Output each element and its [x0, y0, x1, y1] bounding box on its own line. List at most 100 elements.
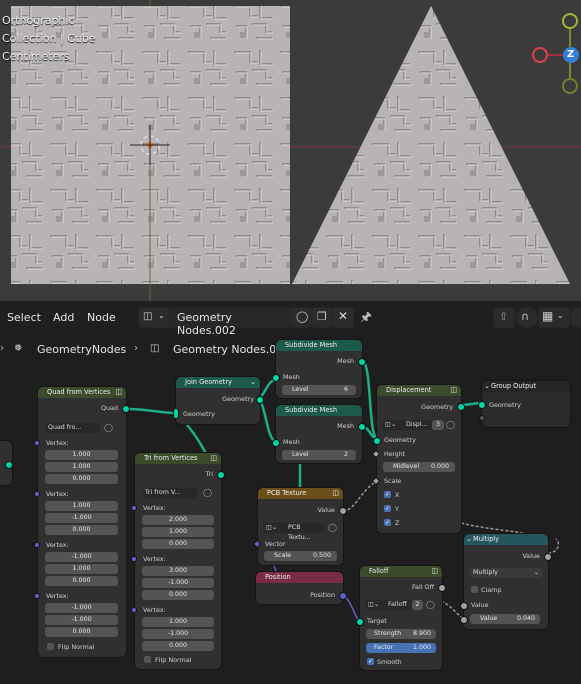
vertex-1-z[interactable]: 0.000 [45, 474, 118, 484]
node-falloff[interactable]: Falloff ◫ Fall Off ◫⌄ Falloff 2 ◯ Target … [356, 566, 446, 670]
fake-user-shield-icon[interactable]: ◯ [328, 523, 337, 532]
fake-user-shield-icon[interactable]: ◯ [426, 600, 435, 609]
snapping-magnet-icon[interactable]: ∩ [516, 307, 538, 328]
node-group-selector[interactable]: Tri from V... [142, 488, 197, 498]
output-socket[interactable] [339, 507, 347, 515]
node-subdivide-mesh-2[interactable]: Subdivide Mesh Mesh Mesh Level 2 [272, 405, 366, 463]
input-socket[interactable] [131, 607, 137, 613]
overlay-toggle-icon[interactable] [570, 307, 581, 328]
smooth-checkbox[interactable]: ✓ [367, 658, 374, 665]
vertex-4-z[interactable]: 0.000 [45, 627, 118, 637]
input-socket[interactable] [131, 556, 137, 562]
node-group-selector[interactable]: Falloff [385, 600, 412, 610]
node-group-output[interactable]: Group Output ⌄ Geometry [478, 381, 570, 427]
node-subdivide-mesh-1[interactable]: Subdivide Mesh Mesh Mesh Level 6 [272, 340, 366, 398]
vertex-2-y[interactable]: -1.000 [45, 513, 118, 523]
operation-dropdown[interactable]: Multiply ⌄ [470, 568, 543, 578]
vertex-2-x[interactable]: 1.000 [45, 501, 118, 511]
menu-select[interactable]: Select [7, 311, 41, 324]
input-socket[interactable] [460, 616, 468, 624]
z-checkbox[interactable]: ✓ [384, 519, 391, 526]
node-group-selector[interactable]: Quad fro... [45, 423, 100, 433]
empty-socket[interactable] [479, 415, 485, 421]
fake-user-shield-icon[interactable]: ◯ [290, 307, 312, 328]
output-socket[interactable] [256, 396, 264, 404]
node-editor[interactable]: Select Add Node ◫ ⌄ Geometry Nodes.002 ◯… [0, 301, 581, 684]
vertex-3-x[interactable]: 1.000 [142, 617, 214, 627]
vertex-3-z[interactable]: 0.000 [45, 576, 118, 586]
y-checkbox[interactable]: ✓ [384, 505, 391, 512]
factor-field[interactable]: Factor 1.000 [366, 643, 436, 653]
node-position[interactable]: Position Position [256, 572, 347, 604]
input-socket[interactable] [373, 437, 381, 445]
fake-user-shield-icon[interactable]: ◯ [203, 488, 212, 497]
vertex-1-x[interactable]: 1.000 [45, 450, 118, 460]
input-socket[interactable] [460, 602, 468, 610]
vertex-2-z[interactable]: 0.000 [45, 525, 118, 535]
input-socket[interactable] [131, 505, 137, 511]
value-field[interactable]: Value 0.040 [470, 614, 540, 624]
input-socket-multi[interactable] [173, 408, 179, 419]
input-socket[interactable] [478, 401, 486, 409]
output-socket[interactable] [358, 358, 366, 366]
parent-node-tree-icon[interactable]: ⇧ [493, 307, 515, 328]
node-group-selector[interactable]: Displ... [403, 420, 433, 430]
node-pcb-texture[interactable]: PCB Texture ◫ Value ◫⌄ PCB Textu... ◯ Vec… [252, 488, 347, 565]
scale-field[interactable]: Scale 0.500 [264, 551, 337, 561]
node-multiply[interactable]: Multiply ⌄ Value Multiply ⌄ Clamp Value Va… [460, 534, 552, 629]
menu-node[interactable]: Node [87, 311, 116, 324]
clamp-checkbox[interactable] [471, 586, 478, 593]
vertex-3-y[interactable]: 1.000 [45, 564, 118, 574]
node-quad-from-vertices[interactable]: Quad from Vertices ◫ Quad Quad fro... ◯ V… [34, 387, 130, 657]
output-socket[interactable] [339, 592, 347, 600]
output-socket[interactable] [457, 403, 465, 411]
snap-grid-icon[interactable]: ▦ ⌄ [538, 307, 570, 328]
input-socket[interactable] [272, 374, 280, 382]
node-displacement[interactable]: Displacement ◫ Geometry ◫⌄ Displ... 3 ◯ G… [371, 385, 465, 533]
vertex-3-y[interactable]: -1.000 [142, 629, 214, 639]
node-join-geometry[interactable]: Join Geometry ⌄ Geometry Geometry [173, 377, 264, 424]
vertex-3-z[interactable]: 0.000 [142, 641, 214, 651]
vertex-2-y[interactable]: -1.000 [142, 578, 214, 588]
output-socket[interactable] [122, 405, 130, 413]
output-socket[interactable] [217, 471, 225, 479]
vertex-1-y[interactable]: 1.000 [142, 527, 214, 537]
midlevel-field[interactable]: Midlevel 0.000 [383, 462, 455, 472]
menu-add[interactable]: Add [53, 311, 74, 324]
offscreen-node[interactable] [0, 441, 13, 485]
input-socket[interactable] [34, 440, 40, 446]
x-checkbox[interactable]: ✓ [384, 491, 391, 498]
vertex-3-x[interactable]: -1.000 [45, 552, 118, 562]
gizmo-z-label[interactable]: Z [567, 49, 574, 60]
fake-user-shield-icon[interactable]: ◯ [104, 423, 113, 432]
node-tri-from-vertices[interactable]: Tri from Vertices ◫ Tri Tri from V... ◯ V… [131, 453, 225, 669]
input-socket[interactable] [272, 439, 280, 447]
users-count[interactable]: 2 [412, 600, 423, 610]
3d-viewport[interactable]: Z Orthographic Collection | Cube Centime… [0, 0, 581, 301]
fake-user-shield-icon[interactable]: ◯ [446, 420, 455, 429]
vertex-1-x[interactable]: 2.000 [142, 515, 214, 525]
level-field[interactable]: Level 6 [282, 385, 356, 395]
level-field[interactable]: Level 2 [282, 450, 356, 460]
output-socket[interactable] [544, 553, 552, 561]
vertex-1-y[interactable]: 1.000 [45, 462, 118, 472]
input-socket[interactable] [34, 593, 40, 599]
close-icon[interactable]: ✕ [332, 307, 354, 328]
output-socket[interactable] [358, 423, 366, 431]
node-tree-browse-button[interactable]: ◫ ⌄ [138, 307, 170, 328]
node-group-selector[interactable]: PCB Textu... [285, 523, 325, 541]
pin-icon[interactable]: 🖈 [360, 308, 372, 330]
vertex-2-x[interactable]: 3.000 [142, 566, 214, 576]
input-socket[interactable] [356, 618, 364, 626]
users-count[interactable]: 3 [432, 420, 444, 430]
vertex-4-y[interactable]: -1.000 [45, 615, 118, 625]
node-tree-name-field[interactable]: Geometry Nodes.002 [169, 307, 291, 337]
duplicate-icon[interactable]: ❐ [311, 307, 333, 328]
vertex-4-x[interactable]: -1.000 [45, 603, 118, 613]
vertex-1-z[interactable]: 0.000 [142, 539, 214, 549]
output-socket[interactable] [438, 584, 446, 592]
strength-field[interactable]: Strength 8.900 [366, 629, 436, 639]
input-socket[interactable] [34, 542, 40, 548]
vertex-2-z[interactable]: 0.000 [142, 590, 214, 600]
flip-normal-checkbox[interactable] [144, 656, 151, 663]
